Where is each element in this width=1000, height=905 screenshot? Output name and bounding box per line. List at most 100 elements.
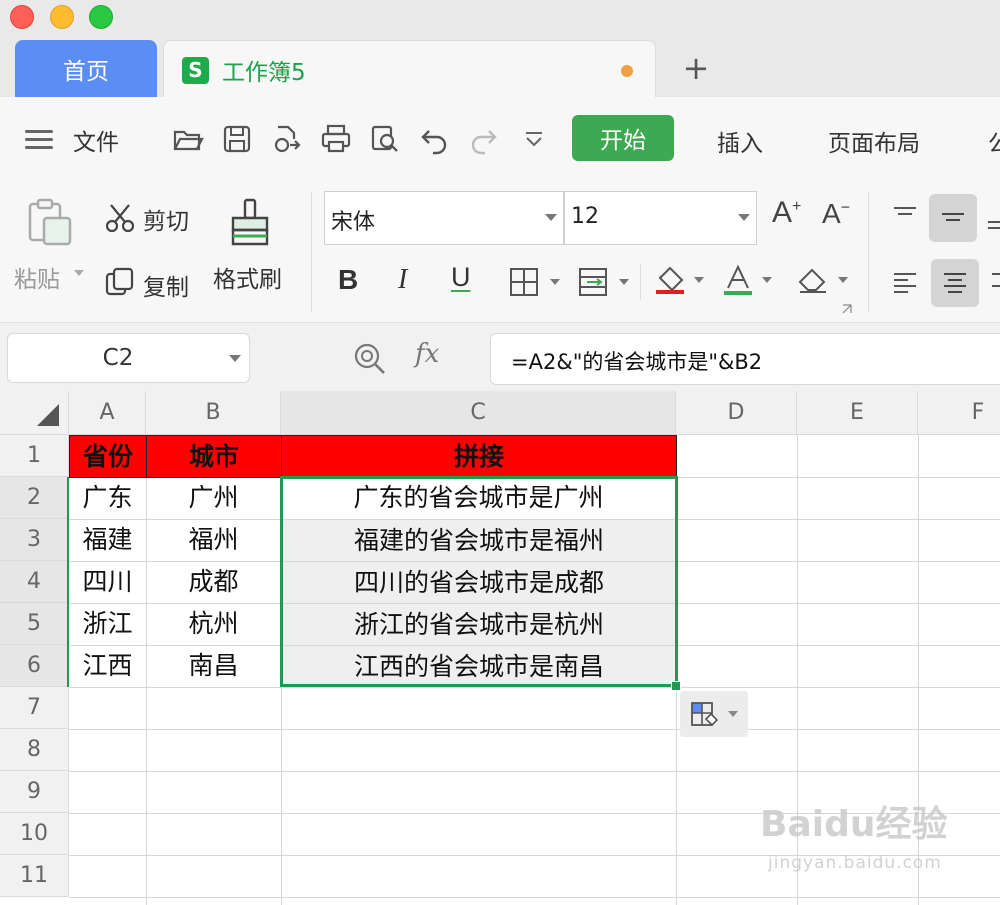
- minimize-window-button[interactable]: [50, 5, 74, 29]
- open-folder-icon[interactable]: [172, 123, 204, 155]
- tab-page-layout[interactable]: 页面布局: [828, 124, 920, 158]
- row-header[interactable]: 11: [0, 855, 69, 897]
- cell-a5[interactable]: 浙江: [69, 603, 146, 645]
- align-right-icon[interactable]: [988, 268, 1000, 298]
- row-header[interactable]: 8: [0, 729, 69, 771]
- tab-overflow[interactable]: 公: [988, 124, 1000, 158]
- underline-button[interactable]: U: [451, 262, 471, 293]
- row-header[interactable]: 4: [0, 561, 69, 603]
- column-header-f[interactable]: F: [918, 391, 1000, 435]
- tab-insert[interactable]: 插入: [717, 124, 763, 158]
- font-size-increase-button[interactable]: A+: [772, 196, 801, 230]
- column-header-d[interactable]: D: [676, 391, 797, 435]
- save-icon[interactable]: [221, 123, 253, 155]
- row-header[interactable]: 6: [0, 645, 69, 687]
- hamburger-menu-icon[interactable]: [25, 130, 53, 150]
- row-header[interactable]: 3: [0, 519, 69, 561]
- font-increase-label: A: [772, 196, 793, 229]
- baidu-watermark-logo: Baidu经验 jingyan.baidu.com: [760, 795, 960, 885]
- scissors-icon: [105, 204, 135, 233]
- formula-input[interactable]: =A2&"的省会城市是"&B2: [490, 333, 1000, 385]
- zoom-search-icon[interactable]: [352, 341, 388, 377]
- paste-dropdown-arrow-icon[interactable]: [74, 270, 84, 276]
- tab-home[interactable]: 首页: [15, 40, 157, 97]
- italic-button[interactable]: I: [398, 264, 407, 296]
- cell-c4[interactable]: 四川的省会城市是成都: [282, 562, 676, 603]
- cell-c2[interactable]: 广东的省会城市是广州: [281, 477, 676, 519]
- column-header-b[interactable]: B: [146, 391, 281, 435]
- align-left-icon[interactable]: [890, 268, 920, 298]
- align-top-icon[interactable]: [890, 202, 920, 232]
- fill-options-button[interactable]: [680, 691, 748, 737]
- menu-file[interactable]: 文件: [73, 123, 119, 157]
- cell-a6[interactable]: 江西: [69, 645, 146, 687]
- copy-icon: [105, 267, 134, 296]
- cell-b4[interactable]: 成都: [146, 561, 281, 603]
- cell-a4[interactable]: 四川: [69, 561, 146, 603]
- ribbon-separator: [868, 192, 869, 312]
- paste-icon[interactable]: [24, 198, 74, 248]
- cut-button[interactable]: 剪切: [143, 202, 189, 236]
- paste-button[interactable]: 粘贴: [14, 260, 60, 294]
- row-header[interactable]: 9: [0, 771, 69, 813]
- align-middle-icon: [942, 213, 964, 221]
- align-middle-button[interactable]: [929, 194, 977, 242]
- font-size-decrease-button[interactable]: A−: [822, 198, 850, 230]
- clear-format-icon[interactable]: [796, 264, 854, 298]
- cell-c1[interactable]: 拼接: [281, 435, 677, 478]
- cell-a1[interactable]: 省份: [69, 435, 147, 478]
- cell-b6[interactable]: 南昌: [146, 645, 281, 687]
- cell-b5[interactable]: 杭州: [146, 603, 281, 645]
- export-icon[interactable]: [270, 123, 302, 155]
- insert-function-button[interactable]: fx: [415, 339, 439, 369]
- font-dialog-launcher-icon[interactable]: [842, 304, 852, 314]
- fill-color-icon[interactable]: [652, 264, 710, 298]
- fill-handle[interactable]: [671, 681, 681, 691]
- ribbon-toolbar: 粘贴 剪切 复制 格式刷 宋体 12 A+ A− B I U: [0, 180, 1000, 323]
- copy-button[interactable]: 复制: [143, 268, 189, 302]
- merge-cells-icon[interactable]: [577, 266, 635, 298]
- cell-b2[interactable]: 广州: [146, 477, 281, 519]
- cell-c3[interactable]: 福建的省会城市是福州: [282, 520, 676, 561]
- align-center-button[interactable]: [931, 259, 979, 307]
- cell-b3[interactable]: 福州: [146, 519, 281, 561]
- ribbon-separator: [311, 192, 312, 312]
- font-color-icon[interactable]: [720, 264, 778, 298]
- tab-workbook[interactable]: S 工作簿5: [163, 40, 656, 98]
- gridline: [69, 687, 1000, 688]
- font-name-select[interactable]: 宋体: [324, 191, 564, 245]
- column-header-c[interactable]: C: [281, 391, 676, 435]
- align-center-icon: [944, 273, 966, 293]
- align-bottom-icon[interactable]: [986, 202, 1000, 232]
- watermark-url: jingyan.baidu.com: [768, 853, 942, 873]
- bold-button[interactable]: B: [338, 264, 358, 296]
- row-header[interactable]: 5: [0, 603, 69, 645]
- cell-a2[interactable]: 广东: [69, 477, 146, 519]
- select-all-corner[interactable]: [0, 391, 69, 435]
- customize-toolbar-icon[interactable]: [518, 123, 550, 155]
- zoom-window-button[interactable]: [89, 5, 113, 29]
- close-window-button[interactable]: [10, 5, 34, 29]
- tab-start[interactable]: 开始: [572, 115, 674, 161]
- format-painter-button[interactable]: 格式刷: [213, 260, 282, 294]
- tab-workbook-label: 工作簿5: [222, 60, 306, 86]
- row-header[interactable]: 10: [0, 813, 69, 855]
- unsaved-dot-icon: [621, 65, 633, 77]
- cell-a3[interactable]: 福建: [69, 519, 146, 561]
- column-header-a[interactable]: A: [69, 391, 146, 435]
- row-header[interactable]: 1: [0, 435, 69, 477]
- font-size-select[interactable]: 12: [564, 191, 757, 245]
- row-header[interactable]: 7: [0, 687, 69, 729]
- cell-c5[interactable]: 浙江的省会城市是杭州: [282, 604, 676, 645]
- new-tab-button[interactable]: +: [680, 48, 712, 88]
- print-preview-icon[interactable]: [369, 123, 401, 155]
- name-box[interactable]: C2: [7, 333, 250, 383]
- borders-icon[interactable]: [508, 266, 566, 298]
- row-header[interactable]: 2: [0, 477, 69, 519]
- undo-icon[interactable]: [419, 123, 451, 155]
- chevron-down-icon: [728, 711, 738, 717]
- column-header-e[interactable]: E: [797, 391, 918, 435]
- cell-b1[interactable]: 城市: [146, 435, 282, 478]
- print-icon[interactable]: [320, 123, 352, 155]
- cell-c6[interactable]: 江西的省会城市是南昌: [282, 646, 676, 687]
